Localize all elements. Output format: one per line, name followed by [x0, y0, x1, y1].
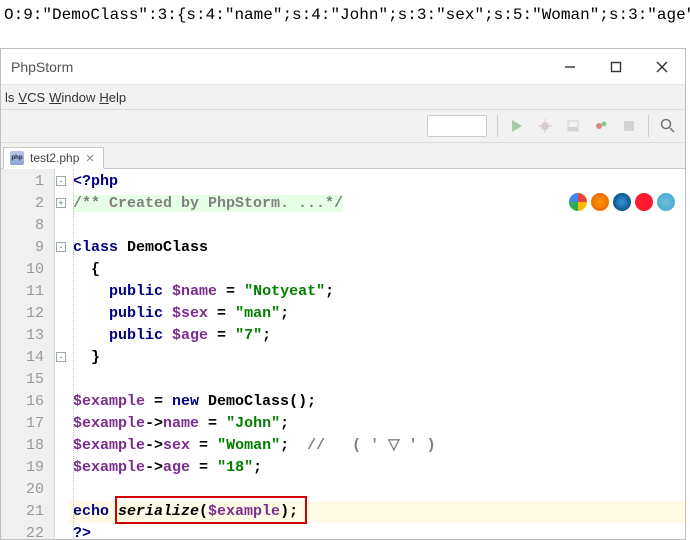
coverage-icon: [566, 119, 580, 133]
line-number: 14: [1, 347, 54, 369]
browser-icons-overlay: [569, 193, 675, 211]
line-number: 10: [1, 259, 54, 281]
line-number: 20: [1, 479, 54, 501]
code-line: ?>: [69, 523, 685, 539]
line-number: 22: [1, 523, 54, 539]
menubar: ls VCS Window Help: [1, 85, 685, 109]
run-icon: [510, 119, 524, 133]
divider: [648, 115, 649, 137]
code-line: [69, 479, 685, 501]
menu-tools[interactable]: ls: [5, 90, 14, 105]
line-number: 16: [1, 391, 54, 413]
line-number-gutter: 1 2 8 9 10 11 12 13 14 15 16 17 18 19 20…: [1, 169, 55, 539]
code-line: public $age = "7";: [69, 325, 685, 347]
tab-close-icon[interactable]: ✕: [85, 152, 94, 165]
line-number: 21: [1, 501, 54, 523]
fold-marker-icon[interactable]: -: [56, 352, 66, 362]
serialized-output: O:9:"DemoClass":3:{s:4:"name";s:4:"John"…: [0, 0, 690, 34]
php-file-icon: php: [10, 151, 24, 165]
code-line: public $name = "Notyeat";: [69, 281, 685, 303]
menu-vcs[interactable]: VCS: [18, 90, 45, 105]
line-number: 1: [1, 171, 54, 193]
coverage-button[interactable]: [564, 117, 582, 135]
tab-filename: test2.php: [30, 151, 79, 165]
fold-marker-icon[interactable]: -: [56, 242, 66, 252]
code-line: }: [69, 347, 685, 369]
chrome-icon[interactable]: [569, 193, 587, 211]
window-title: PhpStorm: [1, 59, 547, 75]
line-number: 13: [1, 325, 54, 347]
line-number: 8: [1, 215, 54, 237]
profile-icon: [594, 119, 608, 133]
search-button[interactable]: [659, 117, 677, 135]
maximize-button[interactable]: [593, 49, 639, 85]
close-icon: [656, 61, 668, 73]
fold-marker-icon[interactable]: -: [56, 176, 66, 186]
code-line: public $sex = "man";: [69, 303, 685, 325]
window-controls: [547, 49, 685, 85]
search-icon: [660, 118, 676, 134]
titlebar: PhpStorm: [1, 49, 685, 85]
code-line: class DemoClass: [69, 237, 685, 259]
minimize-button[interactable]: [547, 49, 593, 85]
profile-button[interactable]: [592, 117, 610, 135]
line-number: 9: [1, 237, 54, 259]
run-button[interactable]: [508, 117, 526, 135]
menu-window[interactable]: Window: [49, 90, 95, 105]
divider: [497, 115, 498, 137]
safari-icon[interactable]: [613, 193, 631, 211]
fold-column: - + - -: [55, 169, 69, 539]
line-number: 18: [1, 435, 54, 457]
minimize-icon: [564, 61, 576, 73]
stop-button[interactable]: [620, 117, 638, 135]
code-area[interactable]: <?php /** Created by PhpStorm. ...*/ cla…: [69, 169, 685, 539]
edge-icon[interactable]: [657, 193, 675, 211]
line-number: 15: [1, 369, 54, 391]
menu-help[interactable]: Help: [99, 90, 126, 105]
toolbar: [1, 109, 685, 143]
code-line: $example->sex = "Woman"; // ( ' ▽ ' ): [69, 435, 685, 457]
code-line: <?php: [69, 171, 685, 193]
line-number: 12: [1, 303, 54, 325]
indent-guide: [73, 169, 74, 539]
line-number: 19: [1, 457, 54, 479]
stop-icon: [622, 119, 636, 133]
code-line: [69, 215, 685, 237]
fold-marker-icon[interactable]: +: [56, 198, 66, 208]
code-line-current: echo serialize($example);: [69, 501, 685, 523]
close-button[interactable]: [639, 49, 685, 85]
tab-test2-php[interactable]: php test2.php ✕: [3, 147, 104, 169]
maximize-icon: [610, 61, 622, 73]
debug-button[interactable]: [536, 117, 554, 135]
code-editor[interactable]: 1 2 8 9 10 11 12 13 14 15 16 17 18 19 20…: [1, 169, 685, 539]
opera-icon[interactable]: [635, 193, 653, 211]
code-line: [69, 369, 685, 391]
phpstorm-window: PhpStorm ls VCS Window Help: [0, 48, 686, 540]
debug-icon: [538, 119, 552, 133]
code-line: $example = new DemoClass();: [69, 391, 685, 413]
code-line: {: [69, 259, 685, 281]
line-number: 17: [1, 413, 54, 435]
code-line: $example->age = "18";: [69, 457, 685, 479]
file-tabs: php test2.php ✕: [1, 143, 685, 169]
code-line: $example->name = "John";: [69, 413, 685, 435]
line-number: 11: [1, 281, 54, 303]
line-number: 2: [1, 193, 54, 215]
firefox-icon[interactable]: [591, 193, 609, 211]
run-config-selector[interactable]: [427, 115, 487, 137]
